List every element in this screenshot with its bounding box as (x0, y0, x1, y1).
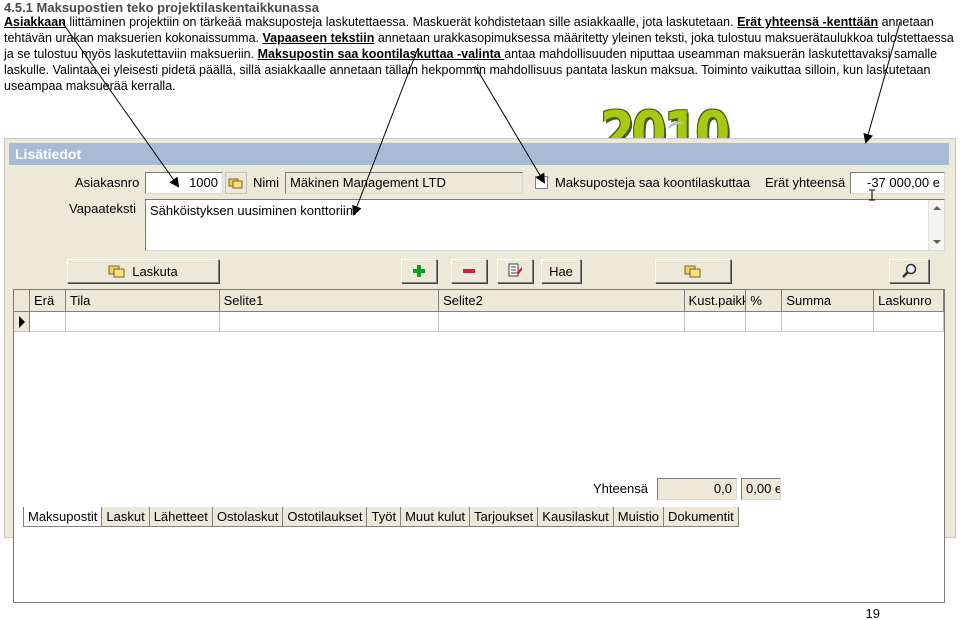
emphasized-term: Vapaaseen tekstiin (262, 31, 375, 45)
section-heading: 4.5.1 Maksupostien teko projektilaskenta… (4, 0, 320, 15)
cell-kustpaikka[interactable] (684, 312, 747, 332)
name-label: Nimi (253, 175, 279, 190)
grid-header: Erä Tila Selite1 Selite2 Kust.paikka % S… (14, 290, 944, 312)
free-text-area[interactable]: Sähköistyksen uusiminen konttoriin. (145, 199, 945, 251)
sum-label: Yhteensä (593, 481, 648, 496)
cell-tila[interactable] (65, 312, 220, 332)
col-header-era[interactable]: Erä (29, 290, 66, 312)
remove-row-button[interactable] (451, 259, 487, 283)
col-header-laskunro[interactable]: Laskunro (874, 290, 944, 312)
tab-ostotilaukset[interactable]: Ostotilaukset (282, 507, 368, 527)
bottom-tabs: Maksupostit Laskut Lähetteet Ostolaskut … (23, 507, 739, 527)
edit-document-button[interactable] (497, 259, 533, 283)
cell-summa[interactable] (782, 312, 875, 332)
emphasized-term: Maksupostin saa koontilaskuttaa -valinta (257, 47, 505, 61)
total-label: Erät yhteensä (765, 175, 846, 190)
col-header-selite2[interactable]: Selite2 (439, 290, 685, 312)
fetch-label: Hae (549, 263, 573, 279)
customer-name-field: Mäkinen Management LTD (285, 172, 523, 194)
customer-lookup-button[interactable] (225, 172, 247, 194)
scroll-down-icon[interactable] (933, 240, 941, 244)
plus-icon (413, 265, 425, 277)
sum-field-2: 0,00 e (741, 478, 781, 500)
sum-field-1: 0,0 (657, 478, 737, 500)
tab-muut-kulut[interactable]: Muut kulut (400, 507, 471, 527)
folders-icon (108, 265, 125, 278)
laskuta-button[interactable]: Laskuta (67, 259, 219, 283)
col-header-tila[interactable]: Tila (65, 290, 220, 312)
minus-icon (463, 269, 475, 273)
page-number: 19 (865, 606, 880, 620)
paragraph-text: liittäminen projektiin on tärkeää maksup… (65, 15, 738, 29)
emphasized-term: Erät yhteensä -kenttään (737, 15, 879, 29)
free-text-scrollbar[interactable] (928, 200, 944, 250)
col-header-selite1[interactable]: Selite1 (219, 290, 440, 312)
scroll-up-icon[interactable] (933, 206, 941, 210)
magnifier-icon (902, 263, 917, 278)
tab-tyot[interactable]: Työt (366, 507, 402, 527)
cell-selite1[interactable] (219, 312, 440, 332)
col-header-summa[interactable]: Summa (782, 290, 875, 312)
table-row[interactable] (14, 312, 944, 332)
tab-kausilaskut[interactable]: Kausilaskut (537, 507, 614, 527)
col-header-percent[interactable]: % (746, 290, 783, 312)
tab-ostolaskut[interactable]: Ostolaskut (211, 507, 284, 527)
project-window: Lisätiedot Asiakasnro 1000 Nimi Mäkinen … (4, 138, 956, 603)
free-text-value: Sähköistyksen uusiminen konttoriin. (150, 203, 357, 218)
panel-title: Lisätiedot (9, 143, 949, 165)
laskuta-label: Laskuta (132, 263, 178, 279)
payment-items-grid[interactable]: Erä Tila Selite1 Selite2 Kust.paikka % S… (13, 289, 945, 603)
customer-no-label: Asiakasnro (75, 175, 140, 190)
emphasized-term: Asiakkaan (4, 15, 66, 29)
customer-no-field[interactable]: 1000 (145, 172, 223, 194)
consolidate-checkbox[interactable] (535, 176, 548, 189)
cell-laskunro[interactable] (874, 312, 944, 332)
total-field[interactable]: -37 000,00 e (850, 172, 945, 194)
tab-tarjoukset[interactable]: Tarjoukset (469, 507, 539, 527)
free-text-label: Vapaateksti (69, 201, 136, 216)
grid-corner (14, 290, 30, 312)
add-row-button[interactable] (401, 259, 437, 283)
tab-lahetteet[interactable]: Lähetteet (148, 507, 213, 527)
tab-maksupostit[interactable]: Maksupostit (23, 507, 103, 527)
folders-icon (684, 265, 701, 278)
col-header-kustpaikka[interactable]: Kust.paikka (684, 290, 747, 312)
folders-icon (228, 178, 243, 189)
tab-dokumentit[interactable]: Dokumentit (662, 507, 739, 527)
edit-document-icon (508, 263, 522, 277)
consolidate-label: Maksuposteja saa koontilaskuttaa (555, 175, 751, 190)
instruction-paragraph: Asiakkaan liittäminen projektiin on tärk… (4, 14, 954, 94)
tab-laskut[interactable]: Laskut (101, 507, 150, 527)
row-pointer-icon (14, 312, 30, 332)
tab-muistio[interactable]: Muistio (612, 507, 664, 527)
folder-button[interactable] (655, 259, 731, 283)
cell-percent[interactable] (746, 312, 783, 332)
search-button[interactable] (889, 259, 929, 283)
fetch-button[interactable]: Hae (541, 259, 581, 283)
cell-selite2[interactable] (439, 312, 685, 332)
cell-era[interactable] (29, 312, 66, 332)
